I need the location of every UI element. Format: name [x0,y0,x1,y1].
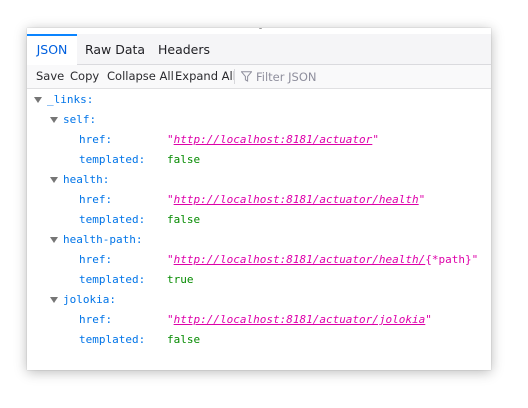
json-key: jolokia: [63,293,116,306]
tab-raw-data[interactable]: Raw Data [80,34,150,64]
json-string-value: "http://localhost:8181/actuator/jolokia" [167,313,432,326]
copy-button[interactable]: Copy [70,65,99,88]
json-string-value: "http://localhost:8181/actuator" [167,133,379,146]
json-string-value: "http://localhost:8181/actuator/health" [167,193,426,206]
tab-headers[interactable]: Headers [151,34,217,64]
filter-json-input[interactable] [253,67,459,86]
tab-json[interactable]: JSON [27,34,77,65]
json-key: health-path: [63,233,143,246]
toolbar-divider [234,69,235,84]
href-link[interactable]: http://localhost:8181/actuator/jolokia [174,313,426,326]
json-boolean-value: false [167,153,201,166]
json-key: href: [79,193,113,206]
collapse-all-button[interactable]: Collapse All [107,65,174,88]
json-key: href: [79,313,113,326]
json-key: templated: [79,333,146,346]
json-key: templated: [79,273,146,286]
expand-toggle-icon[interactable] [50,177,58,183]
save-button[interactable]: Save [36,65,64,88]
expand-all-button[interactable]: Expand All [175,65,236,88]
href-link[interactable]: http://localhost:8181/actuator/health/ [174,253,426,266]
expand-toggle-icon[interactable] [34,97,42,103]
json-string-value: "http://localhost:8181/actuator/health/{… [167,253,479,266]
expand-toggle-icon[interactable] [50,237,58,243]
json-viewer-window: JSON Raw Data Headers Save Copy Collapse… [27,28,491,370]
json-key: href: [79,253,113,266]
filter-icon [241,71,252,82]
json-key: templated: [79,153,146,166]
json-key: health: [63,173,110,186]
href-suffix: {*path} [425,253,472,266]
expand-toggle-icon[interactable] [50,117,58,123]
json-key: href: [79,133,113,146]
json-boolean-value: true [167,273,194,286]
viewer-tabs: JSON Raw Data Headers [27,34,491,65]
href-link[interactable]: http://localhost:8181/actuator [174,133,373,146]
json-boolean-value: false [167,213,201,226]
json-key: _links: [47,93,94,106]
json-key: self: [63,113,97,126]
json-toolbar: Save Copy Collapse All Expand All [27,65,491,89]
href-link[interactable]: http://localhost:8181/actuator/health [174,193,419,206]
json-boolean-value: false [167,333,201,346]
expand-toggle-icon[interactable] [50,297,58,303]
json-key: templated: [79,213,146,226]
